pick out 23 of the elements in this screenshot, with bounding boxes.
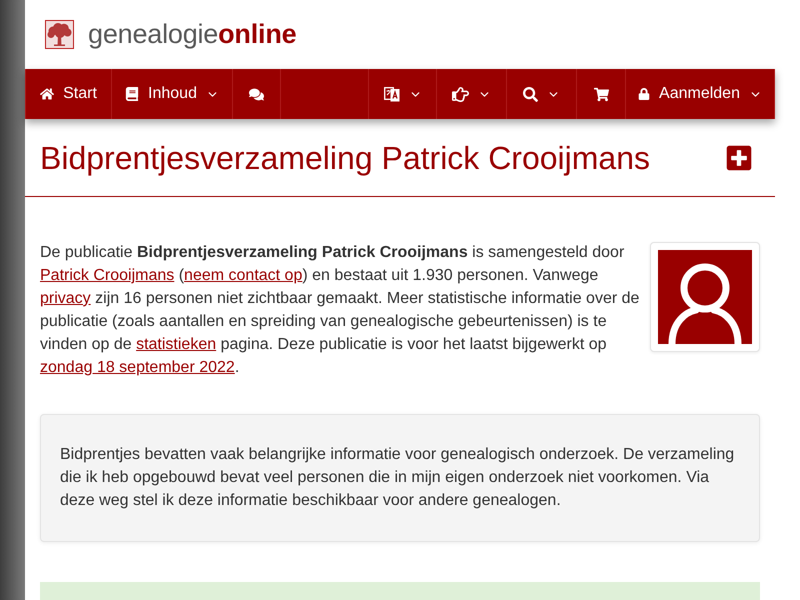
nav-menu-item[interactable]: Inhoud [112, 69, 233, 119]
search-icon [523, 86, 538, 102]
home-icon [40, 87, 54, 101]
inline-link[interactable]: zondag 18 september 2022 [40, 359, 235, 376]
translate-icon [384, 86, 400, 102]
site-logo-text[interactable]: genealogieonline [88, 21, 296, 48]
page-title: Bidprentjesverzameling Patrick Crooijmans [40, 139, 650, 177]
nav-menu-item[interactable]: Aanmelden [626, 69, 775, 119]
book-icon [125, 87, 140, 101]
nav-menu-item[interactable]: Start [26, 69, 112, 119]
pointing-hand-icon [452, 86, 469, 102]
intro-text: Bidprentjes bevatten vaak belangrijke informatie voor genealogisch onderzoek. De verzameling die ik heb opgebouwd bevat veel personen die in mijn eigen onderzoek niet voorkomen. Via deze weg stel ik deze informatie beschikbaar voor andere genealogen. [60, 446, 734, 509]
speech-bubbles-icon [249, 86, 264, 102]
inline-link[interactable]: privacy [40, 290, 91, 307]
user-avatar-icon [658, 250, 752, 344]
inline-link[interactable]: neem contact op [184, 267, 302, 284]
tree-logo-icon [45, 20, 74, 49]
inline-link[interactable]: statistieken [136, 336, 216, 353]
cart-icon [594, 86, 608, 102]
add-button[interactable] [725, 144, 753, 172]
inline-link[interactable]: Patrick Crooijmans [40, 267, 174, 284]
publication-description: De publicatie Bidprentjesverzameling Patrick Crooijmans is samengesteld door Patrick Crooijmans (neem contact op) en bestaat uit 1.930 personen. Vanwege privacy zijn 16 personen niet zichtbaar gemaakt. Meer statistische informatie over de publicatie (zoals aantallen en spreiding van genealogische gebeurtenissen) is te vinden op de statistieken pagina. Deze publicatie is voor het laatst bijgewerkt op zondag 18 september 2022. [40, 243, 640, 378]
lock-icon [638, 88, 650, 100]
